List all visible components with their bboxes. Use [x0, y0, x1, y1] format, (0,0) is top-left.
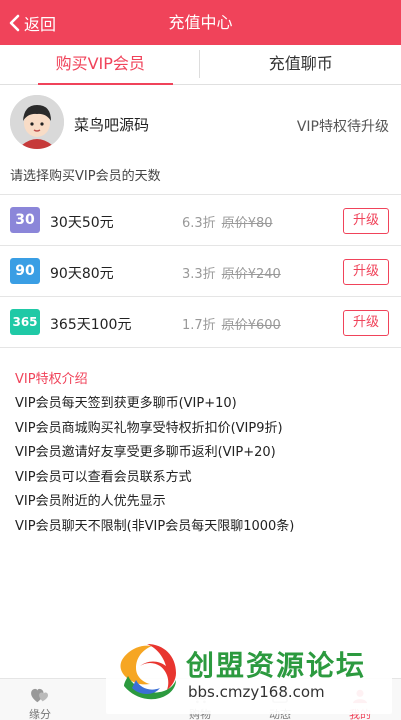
plan-hint: 请选择购买VIP会员的天数	[10, 169, 161, 184]
username: 菜鸟吧源码	[74, 116, 150, 134]
perk-item: VIP会员每天签到获更多聊币(VIP+10)	[15, 396, 237, 411]
back-button[interactable]: 返回	[8, 0, 56, 45]
plan-discount: 1.7折 原价¥600	[182, 314, 281, 333]
vip-status: VIP特权待升级	[296, 119, 389, 135]
plan-discount: 3.3折 原价¥240	[182, 263, 281, 282]
original-price: 原价¥240	[221, 267, 281, 282]
plan-row-365: 365 365天100元 1.7折 原价¥600 升级	[0, 297, 401, 348]
tab-divider	[199, 50, 200, 78]
plan-label: 90天80元	[50, 266, 114, 282]
avatar-cartoon-icon	[10, 95, 64, 149]
discount-rate: 6.3折	[182, 216, 216, 231]
tab-recharge-coins[interactable]: 充值聊币	[201, 45, 401, 84]
tab-buy-vip[interactable]: 购买VIP会员	[0, 45, 201, 85]
chevron-left-icon	[9, 14, 20, 31]
plan-badge: 365	[10, 309, 40, 335]
page-title: 充值中心	[168, 13, 233, 32]
watermark-url: bbs.cmzy168.com	[188, 683, 325, 701]
watermark-overlay: 创盟资源论坛 bbs.cmzy168.com	[106, 632, 392, 714]
perk-item: VIP会员商城购买礼物享受特权折扣价(VIP9折)	[15, 420, 283, 436]
vip-intro-title: VIP特权介绍	[15, 372, 88, 387]
discount-rate: 3.3折	[182, 267, 216, 282]
profile-section: 菜鸟吧源码 VIP特权待升级	[0, 85, 401, 160]
perk-item: VIP会员聊天不限制(非VIP会员每天限聊1000条)	[15, 518, 295, 534]
avatar[interactable]	[10, 95, 64, 149]
discount-rate: 1.7折	[182, 318, 216, 333]
upgrade-button[interactable]: 升级	[343, 259, 389, 285]
plan-badge: 30	[10, 207, 40, 233]
perk-item: VIP会员邀请好友享受更多聊币返利(VIP+20)	[15, 445, 276, 460]
back-label: 返回	[24, 14, 57, 34]
perk-item: VIP会员附近的人优先显示	[15, 494, 166, 509]
vip-perk-list: VIP会员每天签到获更多聊币(VIP+10) VIP会员商城购买礼物享受特权折扣…	[15, 392, 294, 539]
watermark-logo-icon	[120, 644, 176, 700]
nav-tab-yuanfen[interactable]: 缘分	[0, 679, 80, 720]
watermark-title: 创盟资源论坛	[186, 649, 367, 682]
upgrade-button[interactable]: 升级	[343, 208, 389, 234]
nav-tab-label: 缘分	[29, 708, 51, 720]
plan-list: 30 30天50元 6.3折 原价¥80 升级 90 90天80元 3.3折 原价¥…	[0, 194, 401, 348]
upgrade-button[interactable]: 升级	[343, 310, 389, 336]
original-price: 原价¥600	[221, 318, 281, 333]
original-price: 原价¥80	[221, 216, 273, 231]
perk-item: VIP会员可以查看会员联系方式	[15, 469, 192, 485]
hearts-icon	[31, 688, 48, 703]
plan-label: 30天50元	[50, 215, 114, 231]
plan-row-90: 90 90天80元 3.3折 原价¥240 升级	[0, 246, 401, 297]
plan-row-30: 30 30天50元 6.3折 原价¥80 升级	[0, 195, 401, 246]
plan-badge: 90	[10, 258, 40, 284]
header-bar: 返回 充值中心	[0, 0, 401, 45]
plan-label: 365天100元	[50, 317, 132, 333]
tab-bar: 购买VIP会员 充值聊币	[0, 45, 401, 85]
plan-discount: 6.3折 原价¥80	[182, 212, 273, 231]
